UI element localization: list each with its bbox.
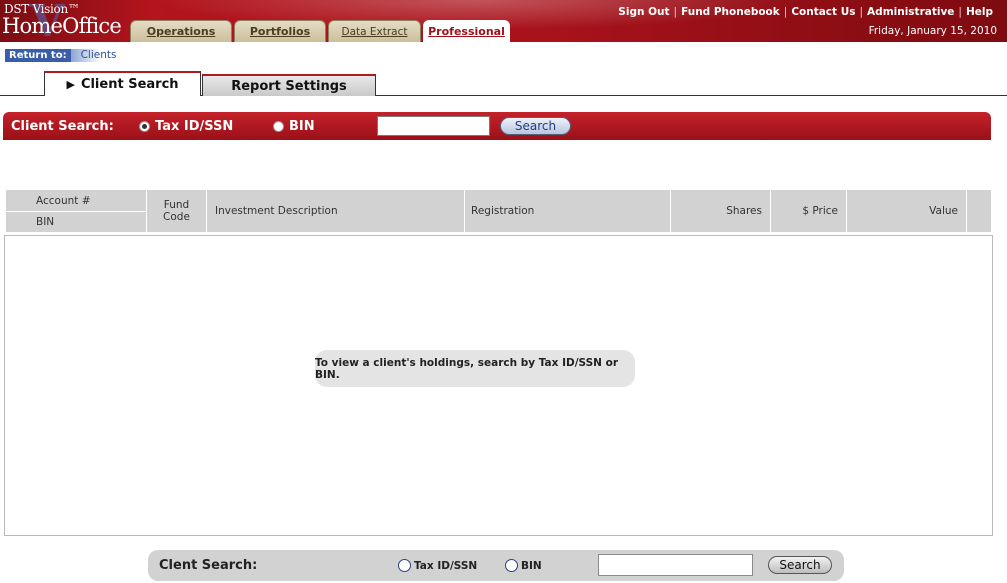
breadcrumb: Return to: Clients <box>5 48 116 62</box>
tax-id-radio[interactable] <box>139 120 150 132</box>
tab-portfolios[interactable]: Portfolios <box>234 20 326 42</box>
sub-tabs: ▶ Client Search Report Settings <box>44 71 376 96</box>
link-separator: | <box>859 6 864 18</box>
fund-code-line1: Fund <box>163 199 190 211</box>
app-header: V DST Vision™ HomeOffice Operations Port… <box>0 0 1007 42</box>
link-separator: | <box>673 6 678 18</box>
bottom-client-search-label: Clent Search: <box>159 558 258 573</box>
app-logo: V DST Vision™ HomeOffice <box>0 0 130 42</box>
current-date: Friday, January 15, 2010 <box>868 25 997 37</box>
bottom-bin-option[interactable]: BIN <box>505 559 542 572</box>
tab-professional[interactable]: Professional <box>423 20 510 42</box>
link-separator: | <box>783 6 788 18</box>
column-price[interactable]: $ Price <box>771 190 847 232</box>
link-separator: | <box>958 6 962 18</box>
tab-operations[interactable]: Operations <box>130 20 232 42</box>
subtab-report-settings[interactable]: Report Settings <box>202 74 376 96</box>
bottom-bin-radio[interactable] <box>505 559 518 572</box>
column-account-label: Account # <box>36 195 91 207</box>
column-fund-code-label: Fund Code <box>163 199 190 223</box>
tax-id-option[interactable]: Tax ID/SSN <box>139 119 273 134</box>
column-account-bin[interactable]: Account # BIN <box>6 190 147 232</box>
column-spacer <box>967 190 991 232</box>
sign-out-link[interactable]: Sign Out <box>618 6 669 18</box>
administrative-link[interactable]: Administrative <box>867 6 954 18</box>
client-search-label: Client Search: <box>11 118 114 134</box>
client-search-bar: Client Search: Tax ID/SSN BIN Search <box>3 112 991 140</box>
column-investment-description[interactable]: Investment Description <box>207 190 465 232</box>
contact-us-link[interactable]: Contact Us <box>791 6 855 18</box>
subtab-client-search[interactable]: ▶ Client Search <box>44 71 201 96</box>
bin-option[interactable]: BIN <box>273 119 377 134</box>
play-arrow-icon: ▶ <box>66 78 75 91</box>
holdings-table-header: Account # BIN Fund Code Investment Descr… <box>6 190 991 232</box>
tab-data-extract[interactable]: Data Extract <box>328 20 421 42</box>
return-to-clients-link[interactable]: Clients <box>81 49 117 61</box>
bin-option-label: BIN <box>289 118 315 134</box>
column-shares[interactable]: Shares <box>671 190 771 232</box>
column-value[interactable]: Value <box>847 190 967 232</box>
search-button[interactable]: Search <box>500 117 571 135</box>
main-nav-tabs: Operations Portfolios Data Extract Profe… <box>130 20 512 42</box>
bottom-search-button[interactable]: Search <box>768 556 832 574</box>
client-search-input[interactable] <box>377 116 490 136</box>
bottom-client-search-input[interactable] <box>598 554 753 576</box>
holdings-results-panel: To view a client's holdings, search by T… <box>4 235 993 536</box>
bottom-tax-id-option-label: Tax ID/SSN <box>414 559 478 572</box>
column-registration[interactable]: Registration <box>465 190 671 232</box>
return-to-label: Return to: <box>5 48 71 62</box>
column-bin-label: BIN <box>36 216 55 228</box>
bottom-client-search-bar: Clent Search: Tax ID/SSN BIN Search <box>148 550 844 581</box>
column-fund-code[interactable]: Fund Code <box>147 190 207 232</box>
top-links: Sign Out | Fund Phonebook | Contact Us | Admin… <box>618 6 993 18</box>
tax-id-option-label: Tax ID/SSN <box>155 118 234 134</box>
bin-radio[interactable] <box>273 120 284 132</box>
fund-phonebook-link[interactable]: Fund Phonebook <box>681 6 780 18</box>
bottom-bin-option-label: BIN <box>521 559 542 572</box>
bottom-tax-id-option[interactable]: Tax ID/SSN <box>398 559 477 572</box>
subtab-client-search-label: Client Search <box>80 77 179 92</box>
logo-line2: HomeOffice <box>2 14 122 38</box>
help-link[interactable]: Help <box>966 6 993 18</box>
empty-results-message: To view a client's holdings, search by T… <box>315 350 635 387</box>
fund-code-line2: Code <box>163 211 190 223</box>
header-divider <box>6 211 147 212</box>
bottom-tax-id-radio[interactable] <box>398 559 411 572</box>
